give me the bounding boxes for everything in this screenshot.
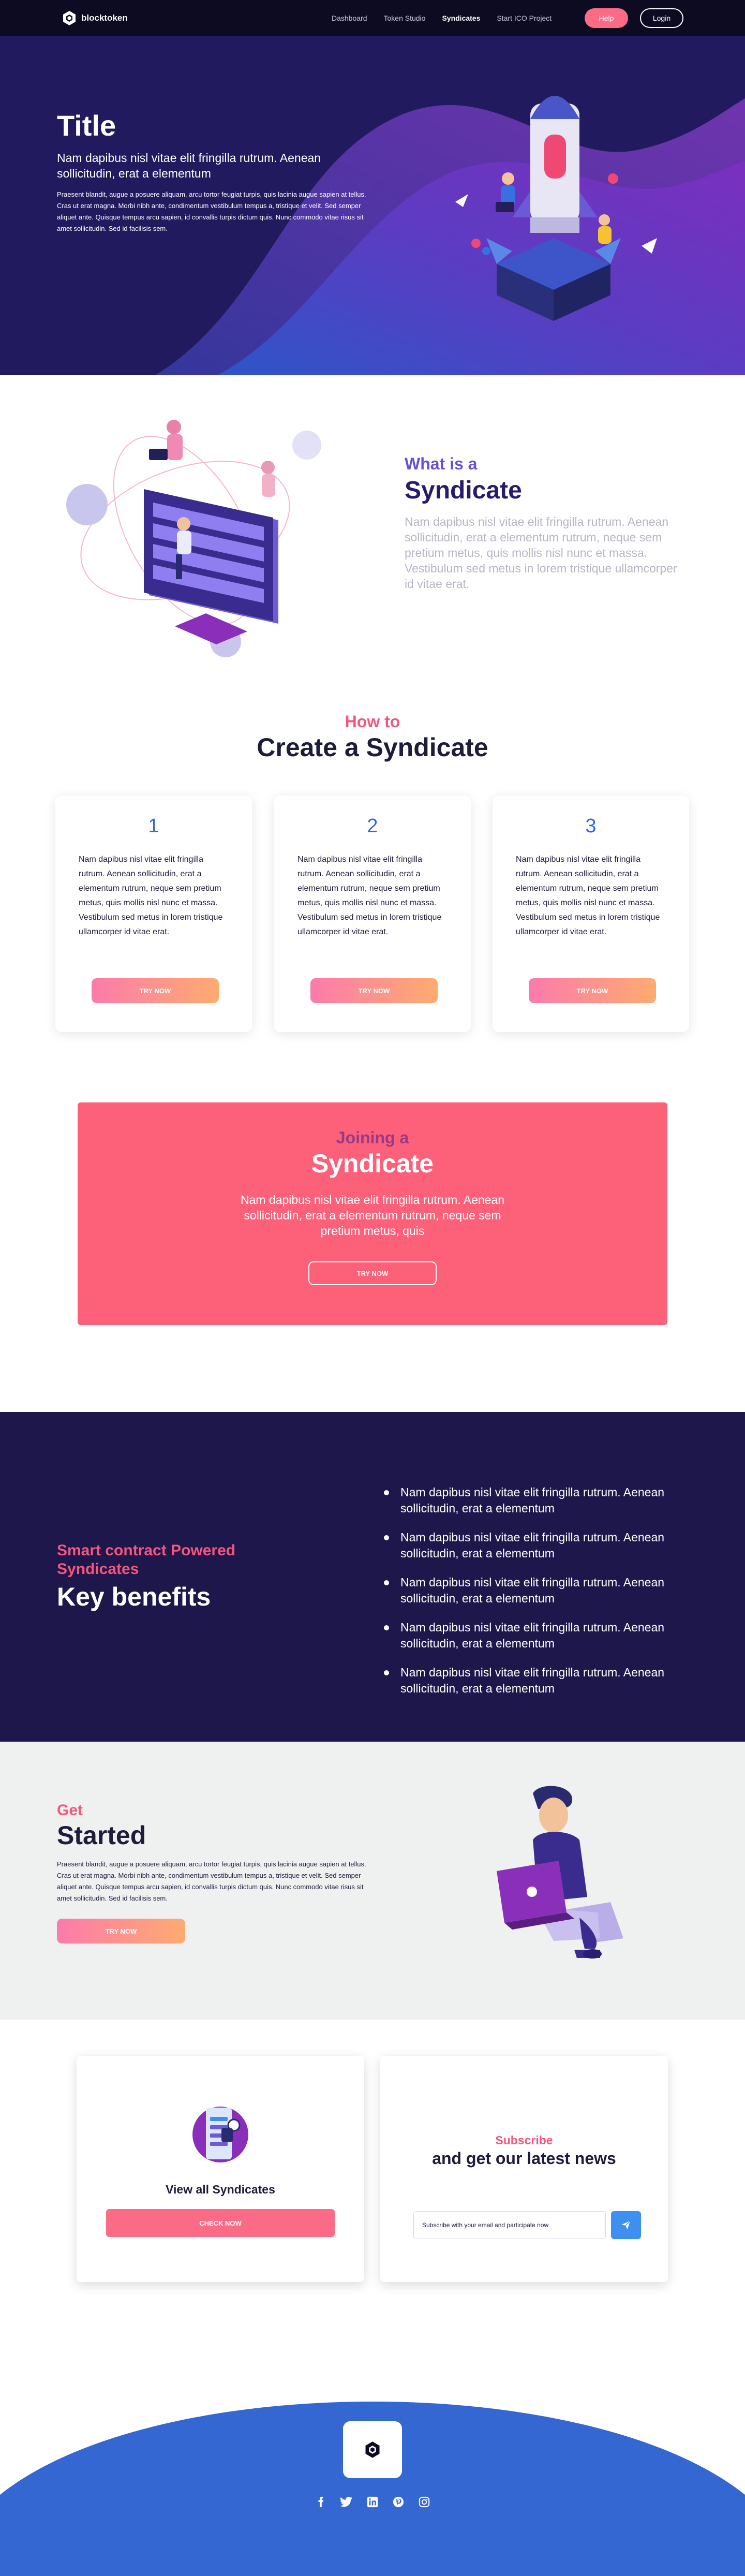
get-started-kicker: Get <box>57 1802 83 1819</box>
nav-link-syndicates[interactable]: Syndicates <box>442 14 480 22</box>
benefit-text: Nam dapibus nisl vitae elit fringilla ru… <box>400 1666 665 1695</box>
benefit-item: Nam dapibus nisl vitae elit fringilla ru… <box>384 1665 705 1697</box>
step-number: 2 <box>367 815 378 837</box>
nav-link-dashboard[interactable]: Dashboard <box>332 14 367 22</box>
get-started-try-now-button[interactable]: TRY NOW <box>57 1919 185 1944</box>
joining-section: Joining a Syndicate Nam dapibus nisl vit… <box>78 1102 667 1325</box>
brand-name: blocktoken <box>81 13 128 23</box>
view-all-card: View all Syndicates CHECK NOW <box>77 2056 364 2282</box>
step-text: Nam dapibus nisl vitae elit fringilla ru… <box>297 855 442 936</box>
benefit-item: Nam dapibus nisl vitae elit fringilla ru… <box>384 1574 705 1607</box>
benefits-list: Nam dapibus nisl vitae elit fringilla ru… <box>384 1484 705 1710</box>
login-button[interactable]: Login <box>640 8 683 28</box>
hero-title: Title <box>57 109 116 142</box>
benefit-item: Nam dapibus nisl vitae elit fringilla ru… <box>384 1620 705 1652</box>
twitter-icon <box>340 2497 352 2507</box>
send-icon <box>621 2220 631 2230</box>
cube-logo-icon <box>365 2441 380 2458</box>
what-is-body: Nam dapibus nisl vitae elit fringilla ru… <box>405 515 677 591</box>
subscribe-email-input[interactable] <box>413 2211 606 2239</box>
social-links <box>0 2494 745 2510</box>
try-now-button[interactable]: TRY NOW <box>529 978 656 1003</box>
bullet-icon <box>384 1490 389 1495</box>
bullet-icon <box>384 1580 389 1585</box>
view-all-title: View all Syndicates <box>166 2183 275 2196</box>
brand-logo[interactable]: blocktoken <box>61 10 128 26</box>
check-now-button[interactable]: CHECK NOW <box>106 2209 335 2237</box>
instagram-link[interactable] <box>416 2494 433 2510</box>
benefit-text: Nam dapibus nisl vitae elit fringilla ru… <box>400 1485 665 1515</box>
footer-logo[interactable] <box>343 2421 402 2478</box>
step-text: Nam dapibus nisl vitae elit fringilla ru… <box>516 855 660 936</box>
step-card-3: 3 Nam dapibus nisl vitae elit fringilla … <box>493 796 689 1032</box>
bullet-icon <box>384 1670 389 1675</box>
pinterest-link[interactable] <box>390 2494 407 2510</box>
subscribe-title: and get our latest news <box>432 2149 616 2168</box>
step-text: Nam dapibus nisl vitae elit fringilla ru… <box>79 855 223 936</box>
try-now-button[interactable]: TRY NOW <box>92 978 219 1003</box>
get-started-body: Praesent blandit, augue a posuere aliqua… <box>57 1860 366 1902</box>
how-to-kicker: How to <box>345 712 400 731</box>
what-is-kicker: What is a <box>405 454 478 473</box>
bullet-icon <box>384 1625 389 1630</box>
get-started-section: Get Started Praesent blandit, augue a po… <box>0 1742 745 2020</box>
bullet-icon <box>384 1535 389 1540</box>
subscribe-card: Subscribe and get our latest news <box>380 2056 668 2282</box>
twitter-link[interactable] <box>338 2494 355 2510</box>
nav-link-token-studio[interactable]: Token Studio <box>384 14 426 22</box>
subscribe-send-button[interactable] <box>611 2211 641 2239</box>
person-laptop-illustration <box>497 1786 623 1959</box>
rocket-box-illustration <box>455 96 657 321</box>
top-nav: blocktoken Dashboard Token Studio Syndic… <box>0 0 745 36</box>
help-button[interactable]: Help <box>585 8 628 28</box>
joining-kicker: Joining a <box>336 1128 409 1147</box>
benefits-kicker: Smart contract Powered Syndicates <box>57 1542 236 1578</box>
step-number: 3 <box>585 815 597 837</box>
key-benefits-section: Smart contract Powered Syndicates Key be… <box>0 1412 745 1742</box>
linkedin-icon <box>367 2496 378 2508</box>
facebook-icon <box>318 2496 324 2508</box>
joining-title: Syndicate <box>311 1149 434 1178</box>
instagram-icon <box>419 2496 430 2508</box>
linkedin-link[interactable] <box>364 2494 381 2510</box>
how-to-title: Create a Syndicate <box>257 733 488 762</box>
hero-body: Praesent blandit, augue a posuere aliqua… <box>57 190 366 232</box>
hero-section: Title Nam dapibus nisl vitae elit fringi… <box>0 36 745 375</box>
try-now-button[interactable]: TRY NOW <box>310 978 438 1003</box>
joining-body: Nam dapibus nisl vitae elit fringilla ru… <box>240 1193 505 1238</box>
step-number: 1 <box>148 815 159 837</box>
joining-try-now-button[interactable]: TRY NOW <box>308 1261 437 1285</box>
syndicate-list-icon <box>192 2107 248 2162</box>
nav-link-start-ico[interactable]: Start ICO Project <box>497 14 552 22</box>
step-card-2: 2 Nam dapibus nisl vitae elit fringilla … <box>274 796 471 1032</box>
what-is-title: Syndicate <box>405 477 522 504</box>
benefit-text: Nam dapibus nisl vitae elit fringilla ru… <box>400 1621 665 1650</box>
step-card-1: 1 Nam dapibus nisl vitae elit fringilla … <box>55 796 252 1032</box>
pinterest-icon <box>393 2496 404 2508</box>
monitor-people-illustration <box>66 420 321 657</box>
hero-subtitle: Nam dapibus nisl vitae elit fringilla ru… <box>57 151 321 180</box>
facebook-link[interactable] <box>312 2494 329 2510</box>
benefits-title: Key benefits <box>57 1582 211 1611</box>
benefit-text: Nam dapibus nisl vitae elit fringilla ru… <box>400 1576 665 1605</box>
benefit-item: Nam dapibus nisl vitae elit fringilla ru… <box>384 1484 705 1517</box>
nav-links: Dashboard Token Studio Syndicates Start … <box>332 0 568 36</box>
cube-logo-icon <box>63 11 76 25</box>
subscribe-kicker: Subscribe <box>495 2133 553 2147</box>
page: blocktoken Dashboard Token Studio Syndic… <box>0 0 745 2576</box>
benefit-text: Nam dapibus nisl vitae elit fringilla ru… <box>400 1530 665 1560</box>
get-started-title: Started <box>57 1821 146 1850</box>
benefit-item: Nam dapibus nisl vitae elit fringilla ru… <box>384 1529 705 1562</box>
